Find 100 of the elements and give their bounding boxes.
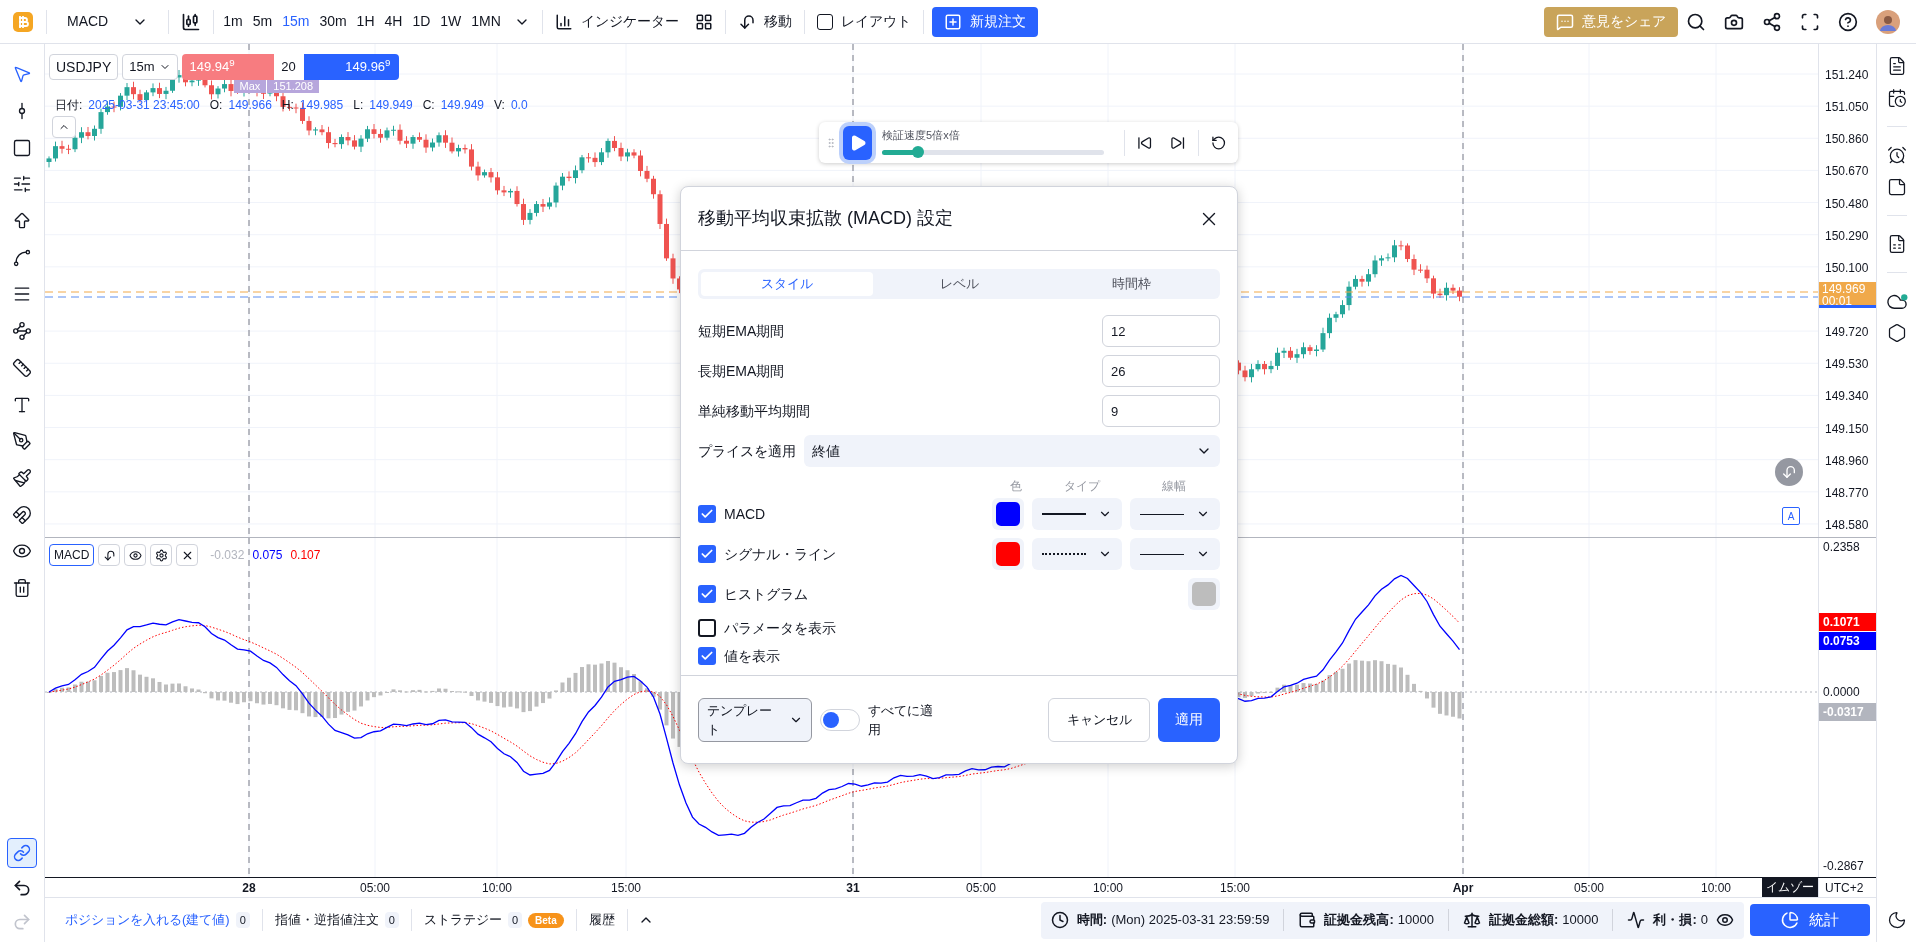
undo-icon[interactable] xyxy=(12,878,32,898)
panel-tab[interactable]: ストラテジー 0 Beta xyxy=(417,910,570,930)
option-label: 値を表示 xyxy=(724,646,780,666)
symbol-label[interactable]: USDJPY xyxy=(49,54,119,80)
chat-icon xyxy=(1556,12,1574,31)
stat-value: (Mon) 2025-03-31 23:59:59 xyxy=(1111,911,1270,930)
pen-icon[interactable] xyxy=(12,431,32,452)
color-swatch[interactable] xyxy=(996,502,1020,526)
column-header: タイプ xyxy=(1063,478,1102,493)
input-field[interactable]: 26 xyxy=(1102,355,1220,387)
pulse-icon xyxy=(1627,911,1646,929)
calendar-icon[interactable] xyxy=(1886,88,1907,108)
settings-tab[interactable]: 時間枠 xyxy=(1045,272,1217,296)
time-label: Apr xyxy=(1452,880,1474,897)
checkbox[interactable] xyxy=(698,585,716,603)
timeframe-button[interactable]: 1H xyxy=(351,6,380,37)
ohlc-label: V: xyxy=(494,97,505,114)
share-icon[interactable] xyxy=(1762,11,1782,32)
input-field[interactable]: 12 xyxy=(1102,315,1220,347)
cursor-icon[interactable] xyxy=(12,64,32,85)
note-icon[interactable] xyxy=(1886,177,1907,197)
settings-tab[interactable]: スタイル xyxy=(701,272,873,296)
nodes-icon[interactable] xyxy=(12,321,32,342)
symbol-button[interactable]: MACD xyxy=(51,5,165,38)
sliders-icon[interactable] xyxy=(12,174,32,195)
ruler-icon[interactable] xyxy=(12,357,32,378)
color-swatch[interactable] xyxy=(996,542,1020,566)
replay-button[interactable]: 移動 xyxy=(729,5,800,38)
checkbox[interactable] xyxy=(698,619,716,637)
time-label: 10:00 xyxy=(1701,880,1731,897)
fullscreen-icon[interactable] xyxy=(1800,11,1820,32)
plot-label: シグナル・ライン xyxy=(724,544,837,564)
eye-icon[interactable] xyxy=(1716,911,1734,929)
drag-handle-icon[interactable] xyxy=(825,135,837,150)
new-order-button[interactable]: 新規注文 xyxy=(931,6,1038,37)
stat-label: 証拠金残高: xyxy=(1324,911,1394,930)
hexagon-icon[interactable] xyxy=(1886,323,1907,343)
settings-tab[interactable]: レベル xyxy=(873,272,1045,296)
panel-tab[interactable]: 履歴 xyxy=(582,910,621,930)
link-icon[interactable] xyxy=(13,844,31,862)
timeframe-button[interactable]: 15m xyxy=(277,6,315,37)
stat-value: 10000 xyxy=(1562,911,1599,930)
trash-icon[interactable] xyxy=(12,577,32,598)
statistics-button[interactable]: 統計 xyxy=(1750,904,1870,936)
settings-icon[interactable] xyxy=(154,548,168,562)
checkbox[interactable] xyxy=(698,505,716,523)
price-label: 148.580 xyxy=(1825,516,1869,534)
timeframe-button[interactable]: 1D xyxy=(407,6,436,37)
cancel-button[interactable]: キャンセル xyxy=(1048,697,1150,742)
apply-all-toggle[interactable] xyxy=(820,708,860,731)
price-source-dropdown[interactable]: 終値 xyxy=(804,435,1220,467)
timeframe-button[interactable]: 30m xyxy=(314,6,352,37)
curve-icon[interactable] xyxy=(12,247,32,268)
moon-icon[interactable] xyxy=(1886,910,1907,930)
help-icon[interactable] xyxy=(1838,11,1858,32)
cloud-icon[interactable] xyxy=(1885,291,1908,311)
apply-button[interactable]: 適用 xyxy=(1158,697,1220,742)
buy-price-button[interactable]: 149.96$^{9}$ xyxy=(303,54,399,80)
timeframe-button[interactable]: 5m xyxy=(247,6,278,37)
time-label: 10:00 xyxy=(482,880,512,897)
return-arrow-icon xyxy=(737,12,756,31)
panel-tab[interactable]: ポジションを入れる(建て値) 0 xyxy=(59,910,256,930)
autoscale-button[interactable]: A xyxy=(1782,507,1800,525)
checkbox[interactable] xyxy=(698,647,716,665)
layout-checkbox[interactable]: レイアウト xyxy=(808,5,919,38)
brush-icon[interactable] xyxy=(12,467,32,488)
return-arrow-icon[interactable] xyxy=(102,548,116,562)
grid-icon[interactable] xyxy=(694,12,713,31)
color-swatch[interactable] xyxy=(1192,582,1216,606)
timeframe-button[interactable]: 4H xyxy=(379,6,408,37)
field-label: 単純移動平均期間 xyxy=(698,401,810,421)
search-icon[interactable] xyxy=(1686,11,1706,32)
indicator-label[interactable]: MACD xyxy=(49,544,95,566)
template-dropdown[interactable]: テンプレート xyxy=(698,697,812,742)
panel-tab[interactable]: 指値・逆指値注文 0 xyxy=(268,910,405,930)
line-style-dropdown[interactable] xyxy=(1032,498,1122,530)
stat-label: 利・損: xyxy=(1653,911,1697,930)
indicators-button[interactable]: インジケーター xyxy=(546,5,687,38)
input-field[interactable]: 9 xyxy=(1102,395,1220,427)
interval-dropdown[interactable]: 15m xyxy=(122,54,178,80)
magnet-icon[interactable] xyxy=(12,504,32,525)
alarm-clock-icon[interactable] xyxy=(1886,145,1907,165)
avatar-icon[interactable] xyxy=(1876,9,1900,34)
price-label: 150.290 xyxy=(1825,227,1869,245)
checkbox[interactable] xyxy=(698,545,716,563)
time-label: 05:00 xyxy=(966,880,996,897)
timeframe-button[interactable]: 1m xyxy=(218,6,248,37)
price-label: 151.050 xyxy=(1825,99,1869,117)
eye-icon[interactable] xyxy=(128,548,142,562)
price-label: 150.480 xyxy=(1825,195,1869,213)
ohlc-label: O: xyxy=(209,97,223,114)
candlestick-icon[interactable] xyxy=(181,11,202,32)
rectangle-icon[interactable] xyxy=(12,137,32,158)
timeframe-button[interactable]: 1MN xyxy=(466,6,506,37)
timeframe-button[interactable]: 1W xyxy=(435,6,467,37)
current-price-label: 149.969 xyxy=(1822,283,1867,295)
indicator-value: 0.075 xyxy=(252,547,283,564)
line-style-dropdown[interactable] xyxy=(1032,538,1122,570)
speed-slider[interactable] xyxy=(882,146,1105,159)
ohlc-label: C: xyxy=(422,97,435,114)
